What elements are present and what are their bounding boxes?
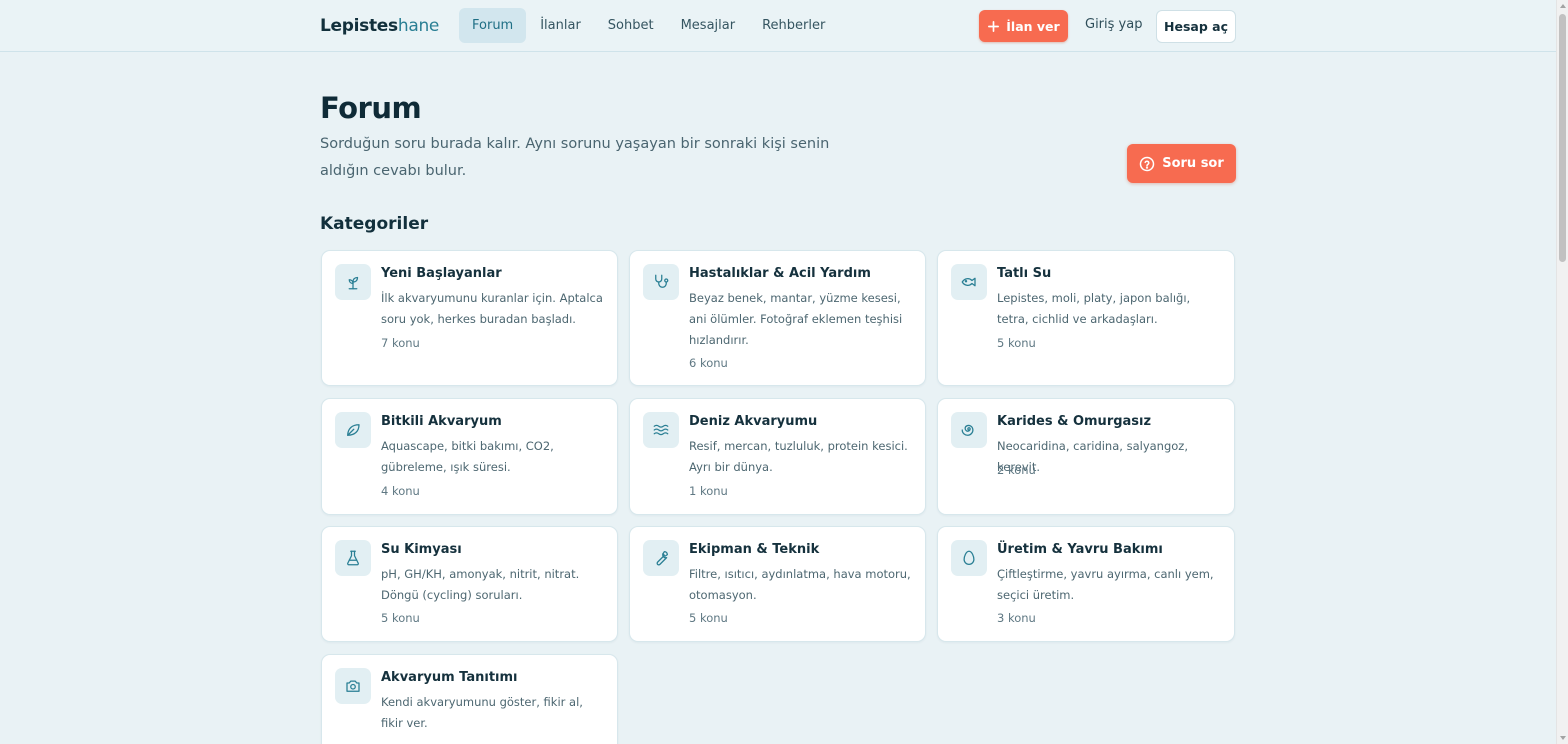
category-title: Ekipman & Teknik — [689, 542, 820, 557]
flask-icon — [347, 550, 359, 566]
signup-button[interactable]: Hesap aç — [1156, 10, 1236, 43]
category-topic-count: 3 konu — [997, 611, 1036, 625]
category-card-hastaliklar[interactable]: Hastalıklar & Acil Yardım Beyaz benek, m… — [629, 250, 926, 386]
category-description: Beyaz benek, mantar, yüzme kesesi, ani ö… — [689, 291, 903, 347]
nav-ilanlar[interactable]: İlanlar — [527, 8, 594, 43]
category-title: Tatlı Su — [997, 266, 1052, 281]
category-description: Aquascape, bitki bakımı, CO2, gübreleme,… — [381, 439, 554, 474]
login-link[interactable]: Giriş yap — [1085, 17, 1142, 32]
main-nav: Forum İlanlar Sohbet Mesajlar Rehberler — [459, 8, 839, 43]
post-ad-label: İlan ver — [1006, 18, 1060, 34]
category-topic-count: 5 konu — [997, 336, 1036, 350]
ask-question-label: Soru sor — [1162, 156, 1224, 171]
category-topic-count: 1 konu — [689, 484, 728, 498]
sprout-icon — [348, 276, 359, 290]
category-title: Hastalıklar & Acil Yardım — [689, 266, 871, 281]
category-description: İlk akvaryumunu kuranlar için. Aptalca s… — [381, 291, 603, 326]
ask-question-button[interactable]: Soru sor — [1127, 144, 1236, 183]
categories-heading: Kategoriler — [320, 214, 429, 234]
category-title: Üretim & Yavru Bakımı — [997, 542, 1163, 557]
category-description: Lepistes, moli, platy, japon balığı, tet… — [997, 291, 1191, 326]
category-title: Yeni Başlayanlar — [381, 266, 502, 281]
category-card-su-kimyasi[interactable]: Su Kimyası pH, GH/KH, amonyak, nitrit, n… — [321, 526, 618, 642]
category-card-karides[interactable]: Karides & Omurgasız Neocaridina, caridin… — [937, 398, 1235, 515]
nav-mesajlar[interactable]: Mesajlar — [668, 8, 749, 43]
category-topic-count: 5 konu — [689, 611, 728, 625]
nav-rehberler[interactable]: Rehberler — [749, 8, 838, 43]
category-topic-count: 4 konu — [381, 484, 420, 498]
category-card-ekipman[interactable]: Ekipman & Teknik Filtre, ısıtıcı, aydınl… — [629, 526, 926, 642]
logo-text-bold: Lepistes — [320, 16, 398, 36]
category-card-uretim[interactable]: Üretim & Yavru Bakımı Çiftleştirme, yavr… — [937, 526, 1235, 642]
post-ad-button[interactable]: İlan ver — [979, 10, 1068, 42]
logo-text-light: hane — [397, 16, 440, 36]
category-card-akvaryum-tanitimi[interactable]: Akvaryum Tanıtımı Kendi akvaryumunu göst… — [321, 654, 618, 744]
top-navbar: Lepisteshane Forum İlanlar Sohbet Mesajl… — [0, 0, 1556, 52]
egg-icon — [963, 550, 975, 565]
category-card-yeni-baslayanlar[interactable]: Yeni Başlayanlar İlk akvaryumunu kuranla… — [321, 250, 618, 386]
category-title: Bitkili Akvaryum — [381, 414, 502, 429]
category-description: Filtre, ısıtıcı, aydınlatma, hava motoru… — [689, 567, 911, 602]
category-topic-count: 5 konu — [381, 611, 420, 625]
nav-forum[interactable]: Forum — [459, 8, 527, 43]
page-description: Sorduğun soru burada kalır. Aynı sorunu … — [320, 136, 830, 179]
category-topic-count: 7 konu — [381, 336, 420, 350]
category-card-tatli-su[interactable]: Tatlı Su Lepistes, moli, platy, japon ba… — [937, 250, 1235, 386]
category-title: Karides & Omurgasız — [997, 414, 1152, 429]
scroll-down-arrow-icon[interactable] — [1560, 736, 1566, 740]
shell-icon — [961, 424, 974, 436]
category-card-deniz-akvaryumu[interactable]: Deniz Akvaryumu Resif, mercan, tuzluluk,… — [629, 398, 926, 515]
category-topic-count: 6 konu — [689, 356, 728, 370]
leaf-icon — [347, 424, 360, 436]
category-description: Kendi akvaryumunu göster, fikir al, fiki… — [381, 695, 583, 730]
category-title: Akvaryum Tanıtımı — [381, 670, 518, 685]
camera-icon — [346, 680, 360, 692]
scrollbar-thumb[interactable] — [1559, 14, 1566, 262]
waves-icon — [653, 424, 669, 436]
category-description: Resif, mercan, tuzluluk, protein kesici.… — [689, 439, 908, 474]
category-card-bitkili-akvaryum[interactable]: Bitkili Akvaryum Aquascape, bitki bakımı… — [321, 398, 618, 515]
plus-icon — [988, 20, 1000, 32]
site-logo[interactable]: Lepisteshane — [320, 16, 439, 36]
scroll-up-arrow-icon[interactable] — [1560, 4, 1566, 8]
wrench-icon — [656, 550, 669, 566]
question-circle-icon — [1139, 156, 1155, 171]
category-description: pH, GH/KH, amonyak, nitrit, nitrat. Döng… — [381, 567, 580, 602]
fish-icon — [961, 277, 976, 287]
category-title: Deniz Akvaryumu — [689, 414, 818, 429]
nav-sohbet[interactable]: Sohbet — [595, 8, 667, 43]
category-description: Çiftleştirme, yavru ayırma, canlı yem, s… — [997, 567, 1214, 602]
page-title: Forum — [320, 91, 422, 125]
stethoscope-icon — [655, 274, 669, 288]
category-topic-count: 2 konu — [997, 463, 1036, 477]
category-title: Su Kimyası — [381, 542, 462, 557]
page-scrollbar[interactable] — [1556, 0, 1568, 744]
